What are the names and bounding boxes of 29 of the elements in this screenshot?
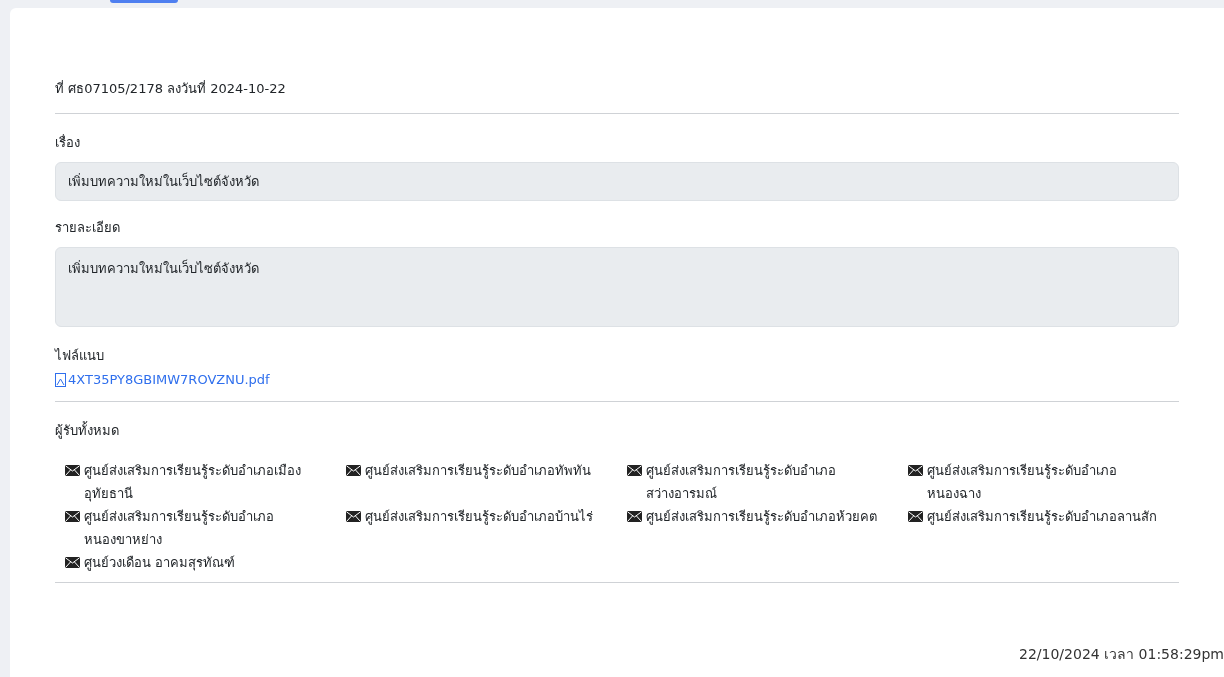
timestamp: 22/10/2024 เวลา 01:58:29pm — [1019, 645, 1224, 664]
envelope-icon — [908, 511, 923, 522]
envelope-icon — [65, 511, 80, 522]
envelope-icon — [65, 557, 80, 568]
recipient-name: ศูนย์ส่งเสริมการเรียนรู้ระดับอำเภอทัพทัน — [365, 462, 591, 481]
recipient-name: ศูนย์ส่งเสริมการเรียนรู้ระดับอำเภอบ้านไร่ — [365, 508, 593, 527]
recipient-name: ศูนย์ส่งเสริมการเรียนรู้ระดับอำเภอหนองฉาง — [927, 462, 1118, 503]
file-icon — [55, 372, 66, 387]
file-link[interactable]: 4XT35PY8GBIMW7ROVZNU.pdf — [55, 372, 270, 387]
recipient-name: ศูนย์วงเดือน อาคมสุรทัณฑ์ — [84, 554, 236, 573]
field-label: ไฟล์แนบ — [55, 347, 105, 365]
section-label: ผู้รับทั้งหมด — [55, 420, 120, 441]
recipient-name: ศูนย์ส่งเสริมการเรียนรู้ระดับอำเภอหนองขาหย่าง — [84, 508, 275, 549]
envelope-icon — [908, 465, 923, 476]
recipient-name: ศูนย์ส่งเสริมการเรียนรู้ระดับอำเภอห้วยคต — [646, 508, 877, 527]
button[interactable] — [110, 0, 178, 3]
subject-field[interactable]: เพิ่มบทความใหม่ในเว็บไซต์จังหวัด — [55, 162, 1179, 201]
envelope-icon — [65, 465, 80, 476]
envelope-icon — [627, 511, 642, 522]
recipient-name: ศูนย์ส่งเสริมการเรียนรู้ระดับอำเภอสว่างอารมณ์ — [646, 462, 837, 503]
field-label: รายละเอียด — [55, 219, 121, 237]
details-field[interactable]: เพิ่มบทความใหม่ในเว็บไซต์จังหวัด — [55, 247, 1179, 327]
envelope-icon — [627, 465, 642, 476]
field-label: เรื่อง — [55, 133, 81, 152]
recipient-name: ศูนย์ส่งเสริมการเรียนรู้ระดับอำเภอเมืองอุทัยธานี — [84, 462, 302, 504]
recipient-name: ศูนย์ส่งเสริมการเรียนรู้ระดับอำเภอลานสัก — [927, 508, 1157, 527]
envelope-icon — [346, 465, 361, 476]
reference-text: ที่ ศธ07105/2178 ลงวันที่ 2024-10-22 — [55, 79, 287, 98]
envelope-icon — [346, 511, 361, 522]
